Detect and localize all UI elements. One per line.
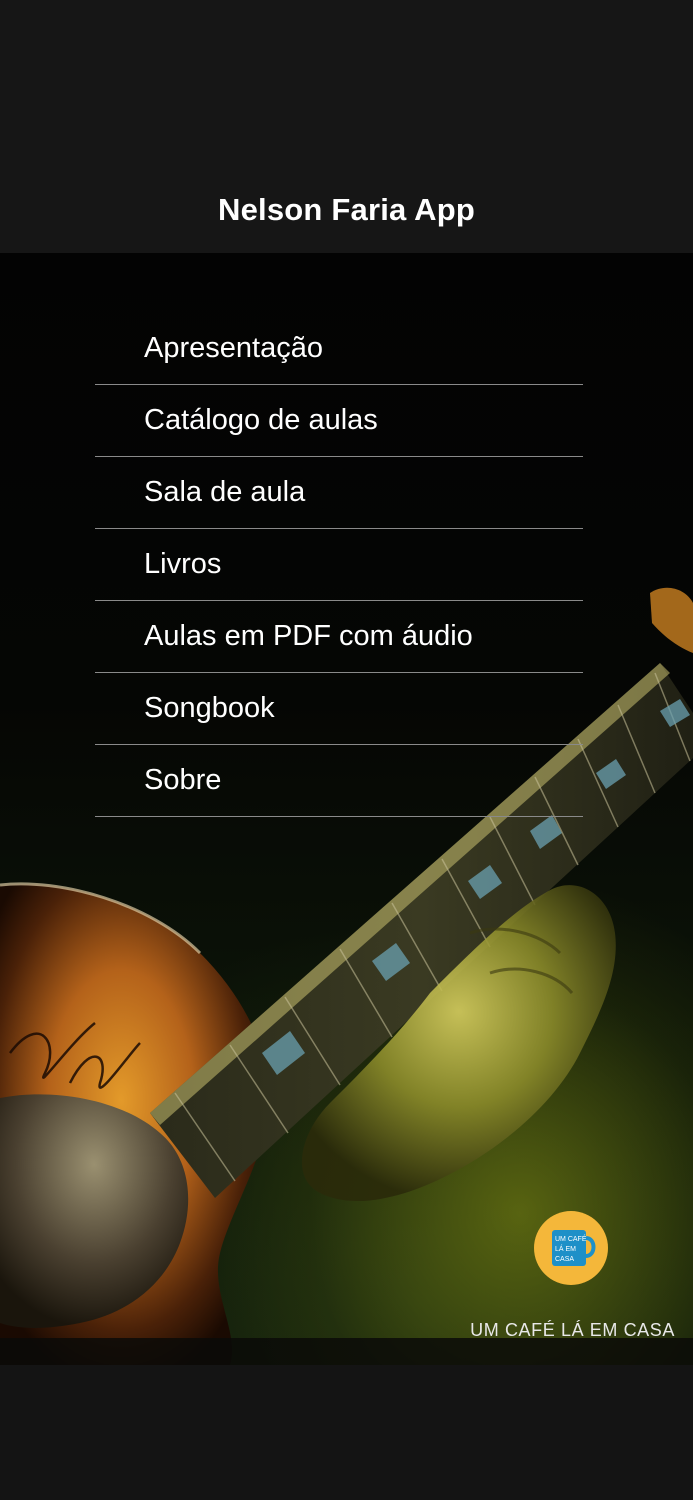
coffee-mug-icon: UM CAFÉ LÁ EM CASA <box>552 1230 596 1266</box>
main-content: Apresentação Catálogo de aulas Sala de a… <box>0 253 693 1365</box>
navigation-bar: Nelson Faria App <box>0 0 693 253</box>
main-menu: Apresentação Catálogo de aulas Sala de a… <box>95 313 583 817</box>
brand-caption: UM CAFÉ LÁ EM CASA <box>470 1320 675 1340</box>
menu-item-sobre[interactable]: Sobre <box>95 745 583 817</box>
menu-item-catalogo-de-aulas[interactable]: Catálogo de aulas <box>95 385 583 457</box>
svg-text:LÁ EM: LÁ EM <box>555 1244 576 1253</box>
bottom-safe-area <box>0 1365 693 1500</box>
svg-text:UM CAFÉ: UM CAFÉ <box>555 1234 587 1243</box>
menu-item-apresentacao[interactable]: Apresentação <box>95 313 583 385</box>
menu-item-aulas-pdf-audio[interactable]: Aulas em PDF com áudio <box>95 601 583 673</box>
cafe-mug-logo-icon: UM CAFÉ LÁ EM CASA <box>534 1211 608 1285</box>
brand-block: UM CAFÉ LÁ EM CASA UM CAFÉ LÁ EM CASA <box>455 1211 675 1341</box>
page-title: Nelson Faria App <box>218 192 475 227</box>
app-screen: Nelson Faria App Apresentação Catálogo d… <box>0 0 693 1500</box>
menu-item-livros[interactable]: Livros <box>95 529 583 601</box>
svg-text:CASA: CASA <box>555 1256 574 1263</box>
menu-item-songbook[interactable]: Songbook <box>95 673 583 745</box>
menu-item-sala-de-aula[interactable]: Sala de aula <box>95 457 583 529</box>
